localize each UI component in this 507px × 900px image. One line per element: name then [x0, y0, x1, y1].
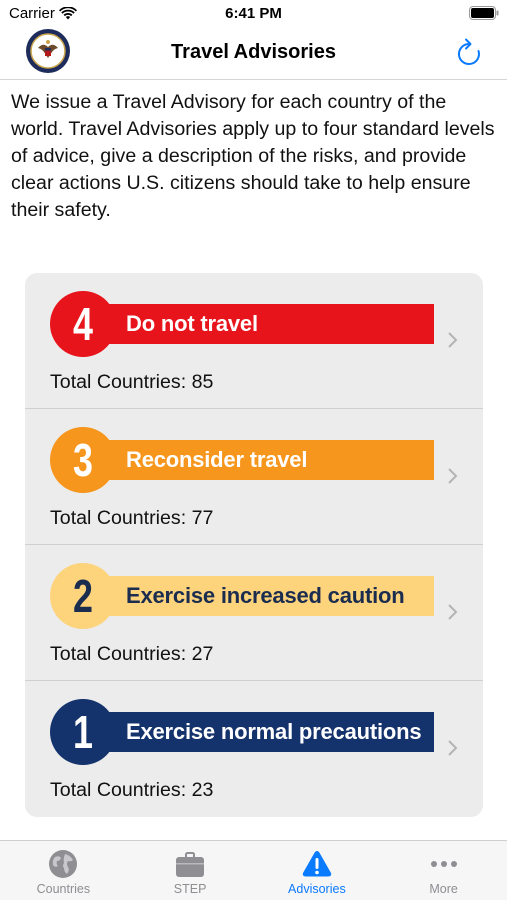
battery-icon [469, 6, 499, 20]
advisory-levels-card: 4 Do not travel Total Countries: 85 3 Re… [25, 273, 483, 817]
tab-label: STEP [173, 882, 207, 896]
tab-label: Countries [36, 882, 91, 896]
tab-advisories[interactable]: Advisories [254, 841, 381, 900]
level-banner: 3 Reconsider travel [50, 427, 434, 493]
refresh-icon[interactable] [455, 38, 483, 68]
page-title: Travel Advisories [171, 41, 336, 63]
intro-text: We issue a Travel Advisory for each coun… [11, 91, 495, 221]
globe-icon [49, 850, 78, 878]
more-icon [430, 861, 457, 867]
tab-countries[interactable]: Countries [0, 841, 127, 900]
status-bar: Carrier 6:41 PM [0, 0, 507, 28]
level-label: Exercise increased caution [126, 583, 405, 608]
warning-icon [302, 851, 332, 877]
level-banner: 1 Exercise normal precautions [50, 699, 434, 765]
briefcase-icon [176, 852, 205, 877]
tab-more[interactable]: More [380, 841, 507, 900]
level-banner: 4 Do not travel [50, 291, 434, 357]
level-number: 3 [73, 434, 93, 486]
chevron-right-icon [448, 332, 458, 348]
total-countries: Total Countries: 23 [50, 779, 214, 801]
chevron-right-icon [448, 740, 458, 756]
level-row-1[interactable]: 1 Exercise normal precautions Total Coun… [25, 681, 483, 817]
level-number: 2 [73, 570, 93, 622]
clock: 6:41 PM [225, 5, 282, 22]
tab-step[interactable]: STEP [127, 841, 254, 900]
level-label: Exercise normal precautions [126, 719, 422, 744]
level-number: 1 [73, 706, 93, 758]
nav-bar: Travel Advisories [0, 28, 507, 80]
level-label: Reconsider travel [126, 447, 308, 472]
level-row-2[interactable]: 2 Exercise increased caution Total Count… [25, 545, 483, 681]
level-row-3[interactable]: 3 Reconsider travel Total Countries: 77 [25, 409, 483, 545]
level-row-4[interactable]: 4 Do not travel Total Countries: 85 [25, 273, 483, 409]
tab-label: Advisories [288, 882, 346, 896]
chevron-right-icon [448, 604, 458, 620]
screen: Carrier 6:41 PM Travel Advisories We iss… [0, 0, 507, 900]
total-countries: Total Countries: 77 [50, 507, 214, 529]
level-label: Do not travel [126, 311, 258, 336]
tab-bar: Countries STEP Advisories More [0, 840, 507, 900]
total-countries: Total Countries: 27 [50, 643, 214, 665]
level-number: 4 [73, 298, 93, 350]
tab-label: More [429, 882, 458, 896]
total-countries: Total Countries: 85 [50, 371, 214, 393]
level-banner: 2 Exercise increased caution [50, 563, 434, 629]
chevron-right-icon [448, 468, 458, 484]
